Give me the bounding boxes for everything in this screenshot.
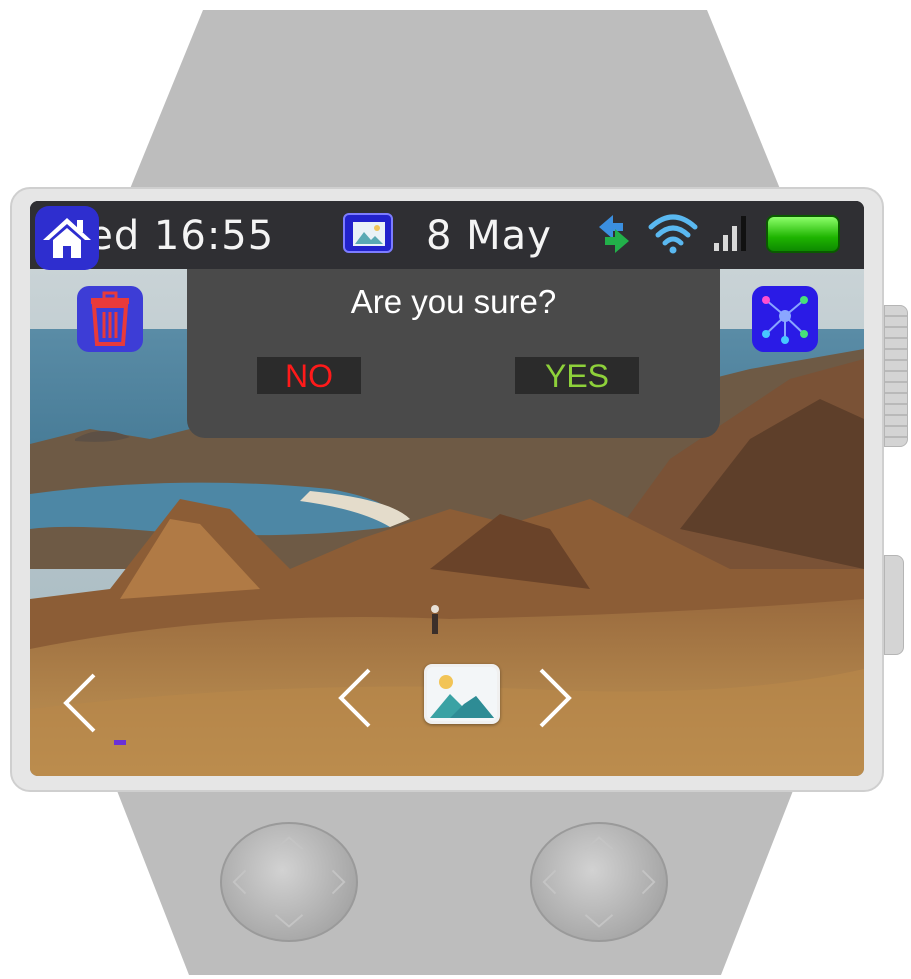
trash-button[interactable] [77, 286, 143, 352]
chevron-left-icon [63, 673, 96, 733]
network-icon [762, 296, 808, 344]
wifi-icon [648, 214, 698, 254]
signal-icon [714, 216, 746, 251]
dpad-arrows-icon [232, 836, 346, 928]
sync-icon [599, 215, 629, 253]
network-button[interactable] [752, 286, 818, 352]
gallery-icon [427, 667, 497, 721]
date: 8 May [426, 213, 552, 259]
no-button[interactable]: NO [257, 357, 361, 394]
page-indicator [114, 740, 126, 745]
dpad-arrows-icon [542, 836, 656, 928]
gallery-icon [343, 213, 393, 253]
status-bar: Wed 16:55 8 May [30, 201, 864, 269]
watch-strap-bottom [105, 760, 805, 975]
previous-image-button[interactable] [335, 666, 375, 730]
gallery-button[interactable] [424, 664, 500, 724]
next-image-button[interactable] [535, 666, 575, 730]
watch-crown[interactable] [884, 305, 908, 447]
watch-side-button[interactable] [884, 555, 904, 655]
right-dpad[interactable] [530, 822, 668, 942]
home-button[interactable] [30, 201, 104, 275]
chevron-right-icon [539, 668, 572, 728]
trash-icon [91, 291, 129, 346]
left-dpad[interactable] [220, 822, 358, 942]
back-button[interactable] [60, 671, 100, 735]
watch-screen: Wed 16:55 8 May Are you sure? NO YES [30, 201, 864, 776]
battery-icon [766, 215, 840, 253]
home-icon [43, 218, 91, 258]
yes-button[interactable]: YES [515, 357, 639, 394]
chevron-left-icon [338, 668, 371, 728]
confirm-dialog: Are you sure? NO YES [187, 269, 720, 438]
dialog-title: Are you sure? [350, 283, 557, 320]
